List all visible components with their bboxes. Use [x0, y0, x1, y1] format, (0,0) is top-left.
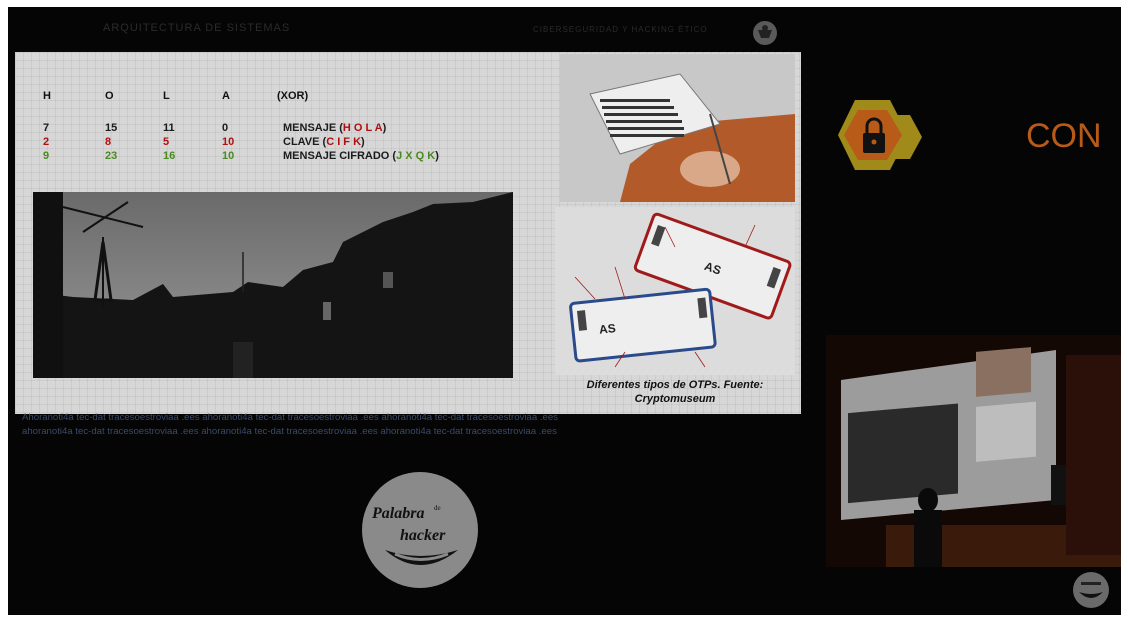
corner-palabra-logo	[1073, 572, 1109, 608]
card1-label: AS	[598, 321, 616, 337]
row-cifrado-label: MENSAJE CIFRADO (J X Q K)	[283, 150, 439, 162]
row-clave-v0: 2	[43, 136, 50, 148]
row-cifrado-v0: 9	[43, 150, 50, 162]
con-text: CON	[1026, 117, 1102, 155]
ticker-line-2: ahoranoti4a tec-dat tracesoestroviaa .ee…	[22, 426, 557, 437]
row-clave-v2: 5	[163, 136, 170, 148]
row-clave-label: CLAVE (C I F K)	[283, 136, 365, 148]
svg-text:de: de	[434, 504, 441, 512]
video-frame: ARQUITECTURA DE SISTEMAS CIBERSEGURIDAD …	[8, 7, 1121, 615]
lock-hexagon-logo	[838, 100, 922, 170]
row-cifrado-v3: 10	[222, 150, 235, 162]
row-mensaje-v3: 0	[222, 122, 229, 134]
xor-header-o: O	[105, 90, 114, 102]
rooftop-antenna-photo	[33, 192, 513, 378]
svg-text:Palabra: Palabra	[371, 505, 424, 522]
row-cifrado-v2: 16	[163, 150, 176, 162]
row-mensaje-label: MENSAJE (H O L A)	[283, 122, 387, 134]
row-mensaje-v1: 15	[105, 122, 118, 134]
topbar-left-text: ARQUITECTURA DE SISTEMAS	[103, 22, 291, 34]
palabra-de-hacker-logo: Palabra de hacker	[362, 472, 478, 588]
speaker-stage-video	[826, 335, 1121, 567]
row-mensaje-v0: 7	[43, 122, 50, 134]
caption-line-2: Cryptomuseum	[634, 393, 716, 405]
xor-header-h: H	[43, 90, 51, 102]
row-clave-v1: 8	[105, 136, 112, 148]
otp-cards-diagram: AS AS	[555, 207, 795, 375]
caption-line-1: Diferentes tipos de OTPs. Fuente:	[586, 379, 764, 391]
topbar-right-text: CIBERSEGURIDAD Y HACKING ÉTICO	[533, 25, 708, 34]
otp-pads-photo	[560, 54, 795, 202]
ticker-line-1: Ahoranoti4a tec-dat tracesoestroviaa .ee…	[22, 412, 558, 423]
top-emblem-icon	[753, 21, 777, 45]
xor-header-op: (XOR)	[277, 90, 309, 102]
row-mensaje-v2: 11	[163, 122, 175, 134]
xor-header-a: A	[222, 90, 230, 102]
row-clave-v3: 10	[222, 136, 235, 148]
presentation-slide: H O L A (XOR) 7 15 11 0 MENSAJE (H O L A…	[15, 52, 801, 414]
row-cifrado-v1: 23	[105, 150, 118, 162]
news-ticker: Ahoranoti4a tec-dat tracesoestroviaa .ee…	[22, 411, 812, 441]
svg-text:hacker: hacker	[400, 527, 446, 544]
xor-header-l: L	[163, 90, 170, 102]
otp-caption: Diferentes tipos de OTPs. Fuente: Crypto…	[555, 378, 795, 406]
